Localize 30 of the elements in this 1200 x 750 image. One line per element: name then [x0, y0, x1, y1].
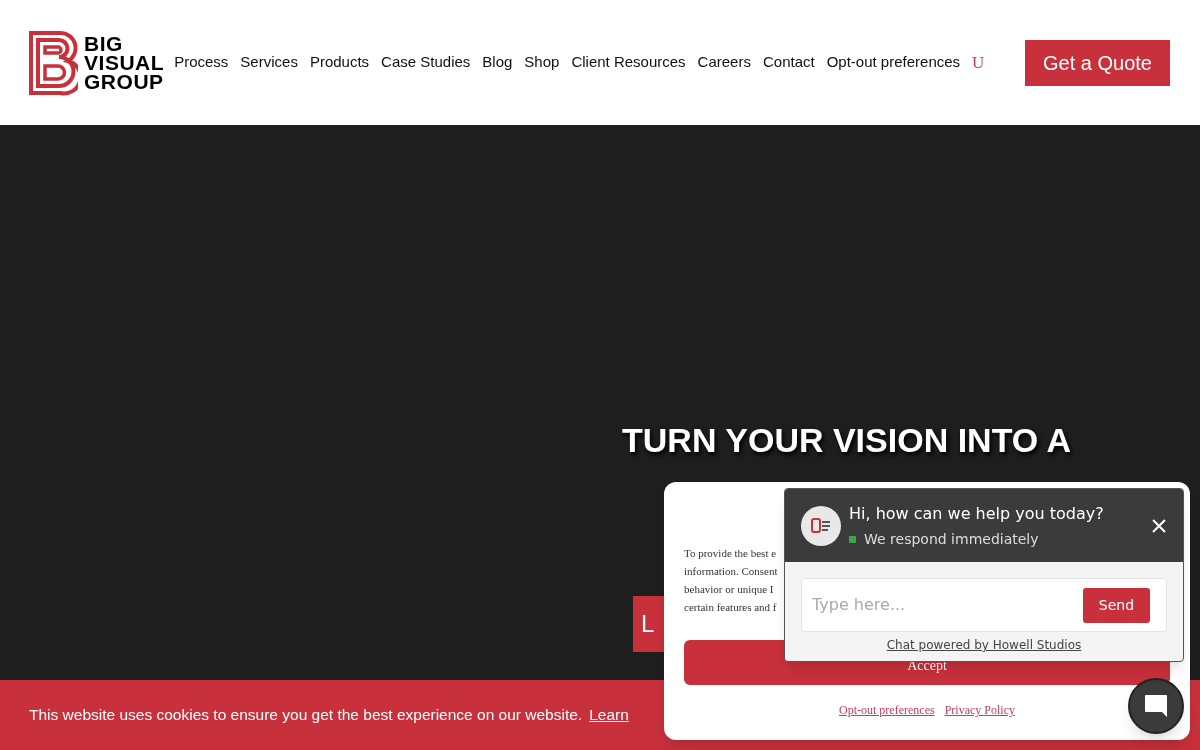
nav-link[interactable]: Client Resources — [571, 51, 686, 74]
logo-text: GROUP — [84, 72, 165, 91]
nav-link[interactable]: Process — [174, 51, 229, 74]
hero-button[interactable]: L — [633, 596, 664, 652]
consent-link[interactable]: Privacy Policy — [944, 701, 1015, 719]
nav-link[interactable]: Shop — [524, 51, 560, 74]
nav-link[interactable]: Case Studies — [381, 51, 471, 74]
learn-more-link[interactable]: Learn — [589, 703, 629, 727]
nav-link[interactable]: Careers — [697, 51, 751, 74]
nav-link[interactable]: Services — [240, 51, 298, 74]
chat-input-field[interactable]: Type here... Send — [801, 578, 1167, 632]
chat-status: We respond immediately — [864, 529, 1039, 549]
nav-link[interactable]: Products — [309, 51, 370, 74]
nav-link[interactable]: Opt-out preferences — [826, 51, 961, 74]
logo-text: BIG — [84, 34, 124, 53]
chat-avatar-icon — [801, 505, 841, 546]
get-a-quote-button[interactable]: Get a Quote — [1025, 39, 1170, 86]
chat-bubble-icon — [1143, 693, 1169, 719]
consent-link[interactable]: Opt-out preferences — [839, 701, 935, 719]
cookie-message: This website uses cookies to ensure you get the best experience on our website. — [29, 705, 583, 726]
logo-text: VISUAL — [84, 53, 165, 72]
chat-title: Hi, how can we help you today? — [849, 502, 1105, 525]
nav-link[interactable]: Contact — [762, 51, 815, 74]
close-icon[interactable] — [1151, 517, 1167, 534]
logo-mark-icon — [28, 29, 78, 96]
nav-link[interactable]: Blog — [482, 51, 513, 74]
hero-heading: TURN YOUR VISION INTO A — [622, 420, 1072, 461]
nav-link[interactable]: U — [972, 49, 985, 76]
send-button[interactable]: Send — [1083, 587, 1150, 623]
consent-text: To provide the best e information. Consent behavior or unique I certain features and f — [684, 546, 779, 615]
